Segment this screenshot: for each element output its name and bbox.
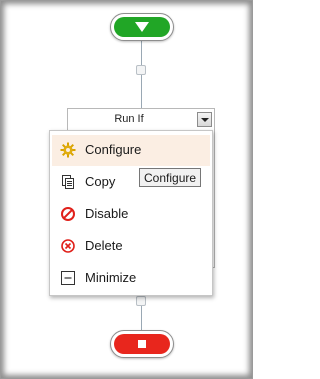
- chevron-down-icon: [201, 118, 209, 122]
- menu-item-configure[interactable]: Configure: [52, 135, 210, 166]
- menu-item-label: Delete: [85, 238, 123, 253]
- menu-item-delete[interactable]: Delete: [52, 231, 210, 262]
- flow-start-node[interactable]: [110, 13, 174, 41]
- start-node-fill: [114, 17, 170, 37]
- connector-handle-bottom[interactable]: [136, 296, 146, 306]
- menu-item-disable[interactable]: Disable: [52, 199, 210, 230]
- delete-icon: [60, 238, 76, 254]
- configure-tooltip: Configure: [139, 168, 202, 187]
- stop-node-fill: [114, 334, 170, 354]
- stop-square-icon: [138, 340, 146, 348]
- block-menu-dropdown-button[interactable]: [197, 112, 212, 127]
- menu-item-label: Disable: [85, 206, 129, 221]
- menu-item-label: Configure: [85, 142, 142, 157]
- menu-item-minimize[interactable]: Minimize: [52, 263, 210, 294]
- menu-item-label: Minimize: [85, 270, 137, 285]
- copy-icon: [60, 174, 76, 190]
- minimize-icon: [60, 270, 76, 286]
- flow-stop-node[interactable]: [110, 330, 174, 358]
- disable-icon: [60, 206, 76, 222]
- connector-handle-top[interactable]: [136, 65, 146, 75]
- gear-icon: [60, 142, 76, 158]
- play-down-triangle-icon: [135, 22, 149, 32]
- menu-item-label: Copy: [85, 174, 116, 189]
- context-menu: Configure Copy Disable Delete Minimize: [49, 130, 213, 296]
- block-title: Run If: [114, 113, 144, 125]
